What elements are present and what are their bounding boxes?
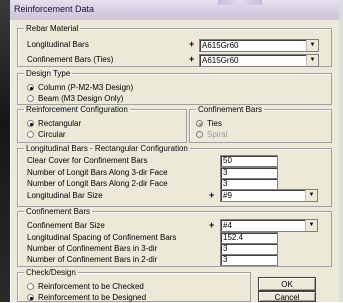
design-type-beam-radio[interactable] <box>27 95 34 102</box>
confinement-bars-legend: Confinement Bars <box>26 207 91 216</box>
longitudinal-bars-label: Longitudinal Bars <box>27 40 89 49</box>
clear-cover-value: 50 <box>223 156 232 165</box>
confinement-bar-size-value: #4 <box>223 221 232 230</box>
chevron-down-icon[interactable]: ▼ <box>306 40 318 51</box>
confinement-bar-size-add-button[interactable]: + <box>209 220 214 230</box>
confinement-bars-type-legend: Confinement Bars <box>198 105 263 114</box>
longitudinal-bar-size-add-button[interactable]: + <box>209 190 214 200</box>
confinement-spiral-label: Spiral <box>207 130 228 139</box>
configuration-rectangular-radio[interactable] <box>27 120 34 127</box>
confinement-num-2dir-input[interactable]: 3 <box>220 254 278 266</box>
reinforcement-designed-radio[interactable] <box>27 294 34 301</box>
chevron-down-icon[interactable]: ▼ <box>305 190 317 201</box>
rebar-material-legend: Rebar Material <box>26 24 79 33</box>
design-type-column-radio[interactable] <box>27 84 34 91</box>
title-bar[interactable]: Reinforcement Data <box>10 0 339 20</box>
confinement-spiral-radio[interactable] <box>196 131 203 138</box>
chevron-down-icon[interactable]: ▼ <box>305 220 317 231</box>
longitudinal-bar-size-label: Longitudinal Bar Size <box>27 191 103 200</box>
longitudinal-bars-value: A615Gr60 <box>202 41 239 50</box>
chevron-down-icon[interactable]: ▼ <box>306 55 318 66</box>
design-type-legend: Design Type <box>26 69 71 78</box>
check-design-legend: Check/Design <box>26 268 76 277</box>
bars-along-2dir-value: 3 <box>223 179 228 188</box>
confinement-num-2dir-value: 3 <box>223 255 228 264</box>
longitudinal-bars-add-button[interactable]: + <box>189 39 194 49</box>
confinement-ties-label: Ties <box>207 119 222 128</box>
reinforcement-configuration-legend: Reinforcement Configuration <box>26 105 128 114</box>
confinement-num-3dir-value: 3 <box>223 244 228 253</box>
confinement-ties-radio[interactable] <box>196 120 203 127</box>
ok-button[interactable]: OK <box>258 277 316 291</box>
confinement-num-2dir-label: Number of Confinement Bars in 2-dir <box>27 255 158 264</box>
longitudinal-rectangular-legend: Longitudinal Bars - Rectangular Configur… <box>26 144 188 153</box>
confinement-bars-select[interactable]: A615Gr60 ▼ <box>199 54 319 67</box>
title-bar-decoration <box>218 0 262 5</box>
confinement-bars-ties-label: Confinement Bars (Ties) <box>27 55 114 64</box>
bars-along-3dir-label: Number of Longit Bars Along 3-dir Face <box>27 168 168 177</box>
confinement-bar-size-select[interactable]: #4 ▼ <box>220 219 318 232</box>
clear-cover-label: Clear Cover for Confinement Bars <box>27 156 148 165</box>
confinement-spacing-label: Longitudinal Spacing of Confinement Bars <box>27 233 177 242</box>
confinement-num-3dir-label: Number of Confinement Bars in 3-dir <box>27 244 158 253</box>
reinforcement-checked-radio[interactable] <box>27 283 34 290</box>
design-type-column-label: Column (P-M2-M3 Design) <box>38 83 134 92</box>
longitudinal-bar-size-select[interactable]: #9 ▼ <box>220 189 318 202</box>
bars-along-2dir-label: Number of Longit Bars Along 2-dir Face <box>27 179 168 188</box>
configuration-circular-label: Circular <box>38 130 66 139</box>
cancel-button[interactable]: Cancel <box>258 291 316 302</box>
background-window-left <box>0 0 10 302</box>
configuration-rectangular-label: Rectangular <box>38 119 82 128</box>
reinforcement-checked-label: Reinforcement to be Checked <box>38 282 144 291</box>
confinement-bars-value: A615Gr60 <box>202 56 239 65</box>
confinement-bars-add-button[interactable]: + <box>189 54 194 64</box>
confinement-spacing-value: 152.4 <box>223 233 244 242</box>
reinforcement-designed-label: Reinforcement to be Designed <box>38 293 147 302</box>
clear-cover-input[interactable]: 50 <box>220 155 278 167</box>
window-title: Reinforcement Data <box>14 4 95 14</box>
reinforcement-data-dialog: Reinforcement Data Rebar Material Longit… <box>10 0 339 302</box>
background-window-right <box>339 0 343 302</box>
configuration-circular-radio[interactable] <box>27 131 34 138</box>
longitudinal-bar-size-value: #9 <box>223 191 232 200</box>
confinement-bar-size-label: Confinement Bar Size <box>27 221 105 230</box>
design-type-beam-label: Beam (M3 Design Only) <box>38 94 124 103</box>
longitudinal-bars-select[interactable]: A615Gr60 ▼ <box>199 39 319 52</box>
bars-along-3dir-value: 3 <box>223 168 228 177</box>
